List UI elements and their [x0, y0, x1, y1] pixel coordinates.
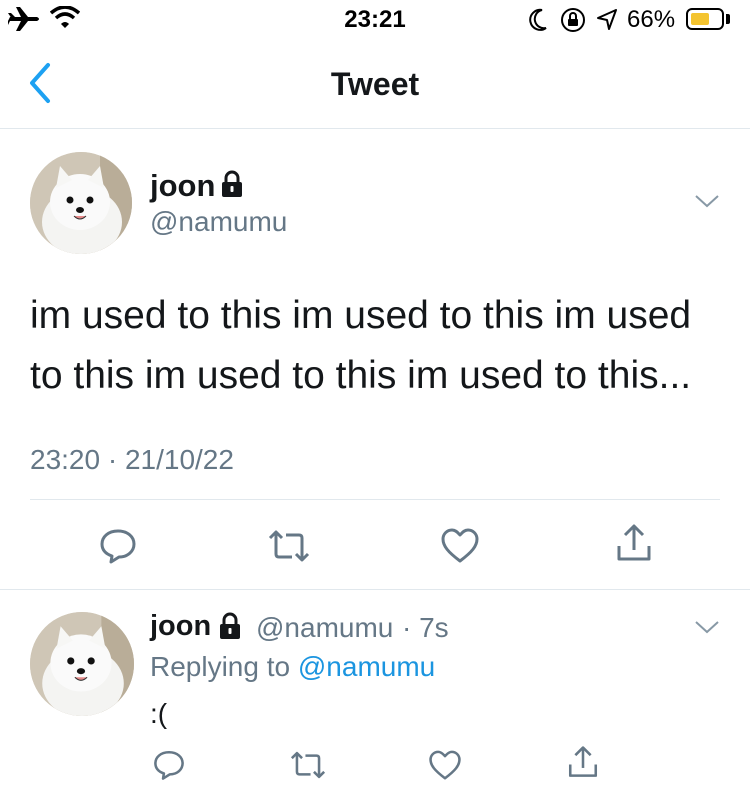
share-icon [617, 524, 651, 561]
page-title: Tweet [330, 66, 420, 102]
reply-tweet-retweet-button[interactable] [288, 748, 328, 787]
reply-author-handle[interactable]: @namumu [256, 612, 393, 644]
like-button[interactable] [440, 528, 480, 569]
reply-tweet-share-button[interactable] [566, 744, 600, 785]
like-icon [429, 750, 461, 780]
battery-level-fill [691, 13, 709, 25]
like-icon [441, 528, 479, 563]
author-name[interactable]: joon [150, 168, 215, 204]
dog-avatar-image [30, 612, 134, 716]
location-icon [596, 8, 618, 37]
battery-icon [686, 8, 724, 30]
tweet-divider [30, 499, 720, 500]
chevron-down-icon[interactable] [694, 618, 720, 641]
dog-avatar-image [30, 152, 132, 254]
lock-icon [218, 612, 242, 645]
reply-button[interactable] [98, 526, 138, 571]
reply-tweet-like-button[interactable] [428, 750, 462, 786]
tweet-timestamp: 23:20 · 21/10/22 [30, 444, 234, 475]
section-divider [0, 589, 750, 590]
reply-icon [154, 750, 184, 780]
retweet-icon [290, 751, 326, 779]
replying-to-link[interactable]: @namumu [298, 651, 435, 682]
retweet-button[interactable] [266, 526, 312, 571]
share-button[interactable] [614, 522, 654, 569]
battery-percent: 66% [627, 6, 676, 33]
reply-author-name[interactable]: joon [150, 610, 211, 643]
retweet-icon [268, 530, 310, 562]
rotation-lock-icon [560, 7, 586, 38]
avatar[interactable] [30, 152, 132, 254]
nav-divider [0, 128, 750, 129]
lock-icon [220, 170, 244, 203]
battery-tip [726, 14, 730, 24]
reply-text: :( [150, 698, 168, 729]
replying-to-line: Replying to @namumu [150, 651, 435, 683]
chevron-down-icon[interactable] [694, 192, 720, 215]
moon-icon [528, 8, 548, 37]
reply-tweet-reply-button[interactable] [152, 748, 186, 787]
reply-time-ago: · 7s [402, 612, 449, 643]
author-handle[interactable]: @namumu [150, 206, 287, 238]
reply-icon [100, 529, 136, 564]
tweet-text: im used to this im used to this im used … [30, 294, 692, 397]
share-icon [568, 746, 598, 777]
replying-to-label: Replying to [150, 651, 291, 682]
reply-avatar[interactable] [30, 612, 134, 716]
